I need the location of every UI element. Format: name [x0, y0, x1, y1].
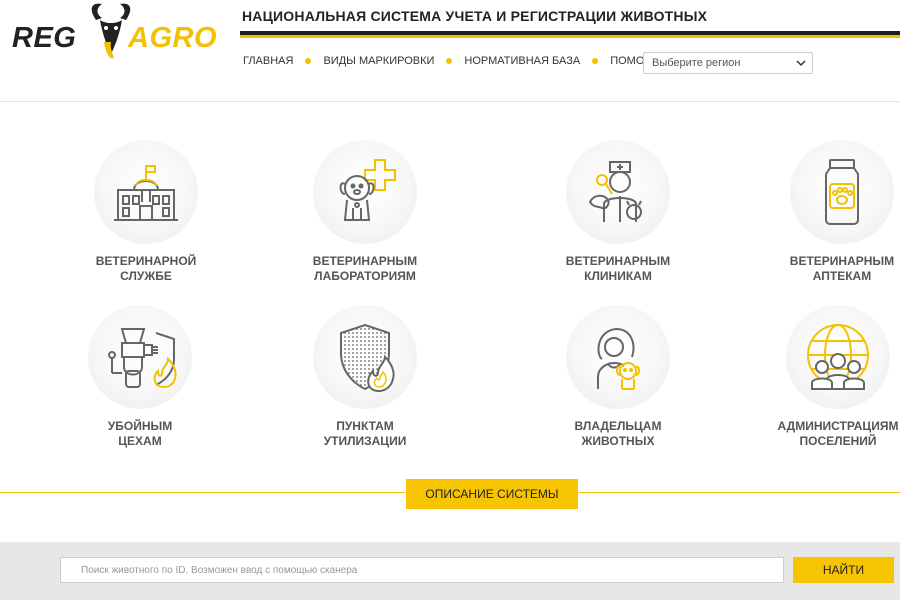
category-label-line1: АДМИНИСТРАЦИЯМ [777, 419, 899, 433]
system-description-button[interactable]: ОПИСАНИЕ СИСТЕМЫ [406, 479, 578, 509]
title-rule-accent [240, 35, 900, 38]
category-label-line2: ЦЕХАМ [118, 434, 162, 448]
category-label: ВЕТЕРИНАРНЫМ ЛАБОРАТОРИЯМ [280, 254, 450, 284]
category-label-line1: ВЕТЕРИНАРНЫМ [789, 254, 895, 268]
category-label-line1: ВЛАДЕЛЬЦАМ [574, 419, 662, 433]
category-icon-circle [94, 140, 198, 244]
category-label-line2: УТИЛИЗАЦИИ [323, 434, 407, 448]
category-icon-circle [313, 305, 417, 409]
region-select-value: Выберите регион [652, 57, 741, 69]
category-label-line2: СЛУЖБЕ [120, 269, 172, 283]
nav-item-regulations[interactable]: НОРМАТИВНАЯ БАЗА [464, 55, 580, 67]
search-button[interactable]: НАЙТИ [793, 557, 894, 583]
category-label-line1: ПУНКТАМ [336, 419, 394, 433]
category-label-line1: УБОЙНЫМ [107, 419, 173, 433]
category-slaughterhouses[interactable]: УБОЙНЫМ ЦЕХАМ [40, 305, 240, 449]
region-select[interactable]: Выберите регион [643, 52, 813, 74]
page-title: НАЦИОНАЛЬНАЯ СИСТЕМА УЧЕТА И РЕГИСТРАЦИИ… [242, 8, 708, 24]
animal-id-search-input[interactable] [60, 557, 784, 583]
globe-people-icon [807, 324, 869, 390]
category-label-line2: ЛАБОРАТОРИЯМ [314, 269, 416, 283]
meat-grinder-icon [108, 328, 177, 389]
category-veterinary-service[interactable]: ВЕТЕРИНАРНОЙ СЛУЖБЕ [46, 140, 246, 284]
category-label: АДМИНИСТРАЦИЯМ ПОСЕЛЕНИЙ [753, 419, 900, 449]
category-disposal-points[interactable]: ПУНКТАМ УТИЛИЗАЦИИ [265, 305, 465, 449]
nav-item-marking-types[interactable]: ВИДЫ МАРКИРОВКИ [323, 55, 434, 67]
category-label-line2: АПТЕКАМ [812, 269, 872, 283]
building-icon [114, 165, 178, 221]
site-header: REG AGRO НАЦИОНАЛЬНАЯ СИСТЕМА УЧЕТА И РЕ… [0, 0, 900, 102]
category-animal-owners[interactable]: ВЛАДЕЛЬЦАМ ЖИВОТНЫХ [518, 305, 718, 449]
shield-fire-icon [340, 323, 395, 393]
pharmacy-jar-icon [825, 159, 859, 225]
search-bar: НАЙТИ [0, 542, 900, 600]
nav-separator-dot [305, 58, 312, 64]
nav-item-home[interactable]: ГЛАВНАЯ [243, 55, 293, 67]
category-label-line1: ВЕТЕРИНАРНЫМ [565, 254, 671, 268]
category-vet-laboratories[interactable]: ВЕТЕРИНАРНЫМ ЛАБОРАТОРИЯМ [265, 140, 465, 284]
category-label-line1: ВЕТЕРИНАРНОЙ [95, 254, 197, 268]
category-label: ВЕТЕРИНАРНОЙ СЛУЖБЕ [61, 254, 231, 284]
logo[interactable]: REG AGRO [12, 2, 232, 68]
category-icon-circle [790, 140, 894, 244]
category-icon-circle [88, 305, 192, 409]
owner-dog-icon [597, 327, 640, 390]
chevron-down-icon [796, 60, 806, 67]
category-label: ВЕТЕРИНАРНЫМ КЛИНИКАМ [533, 254, 703, 284]
category-label-line2: ПОСЕЛЕНИЙ [799, 434, 877, 448]
logo-text-agro: AGRO [128, 22, 217, 54]
category-label: ПУНКТАМ УТИЛИЗАЦИИ [280, 419, 450, 449]
category-icon-circle [313, 140, 417, 244]
category-vet-pharmacies[interactable]: ВЕТЕРИНАРНЫМ АПТЕКАМ [742, 140, 900, 284]
category-label-line2: ЖИВОТНЫХ [581, 434, 655, 448]
logo-text-reg: REG [12, 22, 77, 54]
main-nav: ГЛАВНАЯ ВИДЫ МАРКИРОВКИ НОРМАТИВНАЯ БАЗА… [243, 55, 662, 67]
category-icon-circle [786, 305, 890, 409]
category-label: ВЕТЕРИНАРНЫМ АПТЕКАМ [757, 254, 900, 284]
nav-separator-dot [592, 58, 599, 64]
category-label-line2: КЛИНИКАМ [584, 269, 652, 283]
category-settlement-administrations[interactable]: АДМИНИСТРАЦИЯМ ПОСЕЛЕНИЙ [738, 305, 900, 449]
category-icon-circle [566, 305, 670, 409]
dog-cross-icon [339, 159, 396, 221]
category-label: УБОЙНЫМ ЦЕХАМ [55, 419, 225, 449]
category-vet-clinics[interactable]: ВЕТЕРИНАРНЫМ КЛИНИКАМ [518, 140, 718, 284]
category-label-line1: ВЕТЕРИНАРНЫМ [312, 254, 418, 268]
vet-doctor-icon [588, 161, 642, 222]
category-label: ВЛАДЕЛЬЦАМ ЖИВОТНЫХ [533, 419, 703, 449]
category-icon-circle [566, 140, 670, 244]
nav-separator-dot [446, 58, 453, 64]
category-grid: ВЕТЕРИНАРНОЙ СЛУЖБЕ ВЕТЕРИНАРНЫМ ЛАБОРАТ… [0, 102, 900, 492]
